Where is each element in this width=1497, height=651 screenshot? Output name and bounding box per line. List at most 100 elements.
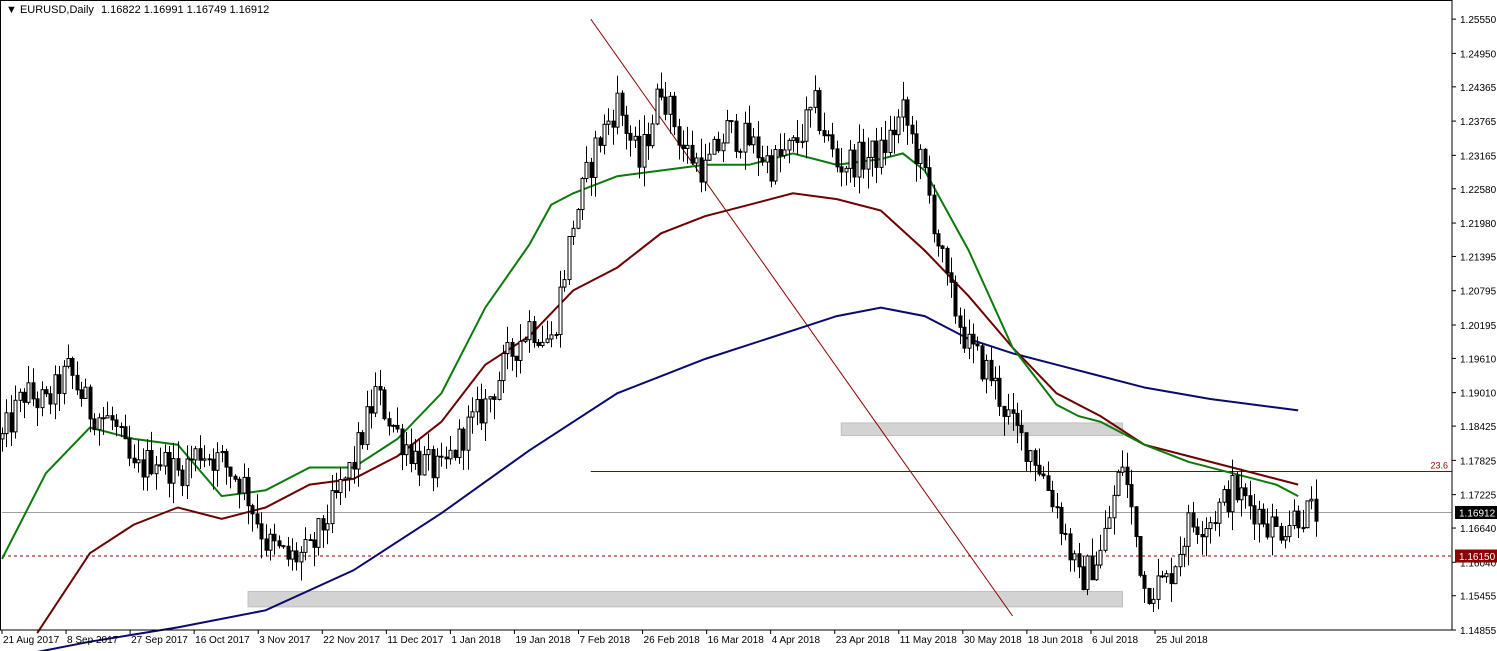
candle-body [1024,432,1029,462]
candle-body [1046,475,1051,491]
candle-body [866,156,871,170]
candle-body [545,338,550,343]
candle-body [207,458,212,461]
candle-body [580,177,585,211]
candle-body [110,415,115,421]
candle-body [1230,474,1235,513]
candle-body [185,458,190,487]
x-tick-label: 6 Jul 2018 [1092,635,1139,646]
ma-fast-line [1,152,1299,560]
candle-body [1248,495,1253,507]
candle-body [431,449,436,479]
candle-body [1098,549,1103,566]
candle-body [1077,553,1082,568]
candle-body [92,418,97,431]
candle-body [1305,500,1310,529]
candle-body [1019,424,1024,434]
candle-body [259,523,264,540]
candle-body [356,432,361,470]
candle-body [66,358,71,367]
candle-body [932,194,937,235]
candle-body [9,412,14,433]
candle-body [413,450,418,465]
candle-body [1301,527,1306,530]
candle-body [984,359,989,380]
candle-body [905,99,910,126]
candle-body [870,140,875,158]
candle-body [1112,494,1117,519]
candle-body [505,341,510,355]
candle-body [668,95,673,115]
candle-body [655,88,660,125]
candle-body [132,457,137,464]
candle-body [800,140,805,144]
ma-mid-line [36,192,1299,634]
candle-body [105,415,110,419]
candle-body [738,150,743,153]
candle-body [527,321,532,341]
candle-body [1222,489,1227,503]
candle-body [57,374,62,395]
candle-body [874,140,879,168]
candle-body [940,245,945,249]
candle-body [1028,450,1033,462]
candle-body [633,135,638,141]
candle-body [1125,466,1130,486]
candle-body [707,153,712,161]
fib-level-label: 23.6 [1430,461,1448,471]
candle-body [567,236,572,281]
candle-body [598,137,603,146]
candle-body [1292,510,1297,527]
candle-body [536,342,541,347]
candle-body [79,389,84,399]
candle-body [923,148,928,169]
candle-body [1116,471,1121,496]
candle-body [136,459,141,464]
candle-body [202,458,207,461]
candle-body [1160,575,1165,578]
candle-body [18,391,23,401]
candle-body [286,545,291,560]
y-tick-label: 1.25550 [1460,15,1497,26]
candle-body [290,550,295,560]
candle-body [1314,498,1319,522]
candle-body [470,411,475,418]
candle-body [149,450,154,475]
candle-body [703,159,708,183]
candle-body [1235,474,1240,501]
candle-body [1015,412,1020,426]
candle-body [844,167,849,173]
candle-body [382,389,387,420]
candle-body [158,464,163,467]
x-tick-label: 16 Mar 2018 [708,635,765,646]
y-tick-label: 1.24365 [1460,83,1497,94]
y-tick-label: 1.19010 [1460,389,1497,400]
candle-body [611,120,616,128]
candle-body [299,551,304,563]
candle-body [888,129,893,154]
candle-body [773,148,778,182]
candle-body [119,425,124,428]
candle-body [1138,536,1143,576]
candle-body [1094,564,1099,581]
candle-body [576,209,581,229]
candle-body [571,227,576,238]
candle-body [549,334,554,340]
candle-body [334,490,339,494]
candle-body [365,406,370,446]
candle-body [839,166,844,173]
candle-body [760,157,765,163]
candle-body [1011,409,1016,414]
candle-body [1213,522,1218,525]
candle-body [1257,508,1262,525]
candle-body [1279,525,1284,541]
candle-body [514,355,519,361]
candle-body [360,432,365,446]
candle-body [808,106,813,111]
candle-body [180,469,185,487]
fib-layer: 23.6 [2,18,1452,617]
candle-body [953,281,958,317]
price-chart[interactable]: ▼ EURUSD,Daily 1.16822 1.16991 1.16749 1… [0,0,1497,651]
lines-layer [1,152,1299,651]
candle-body [316,518,321,548]
